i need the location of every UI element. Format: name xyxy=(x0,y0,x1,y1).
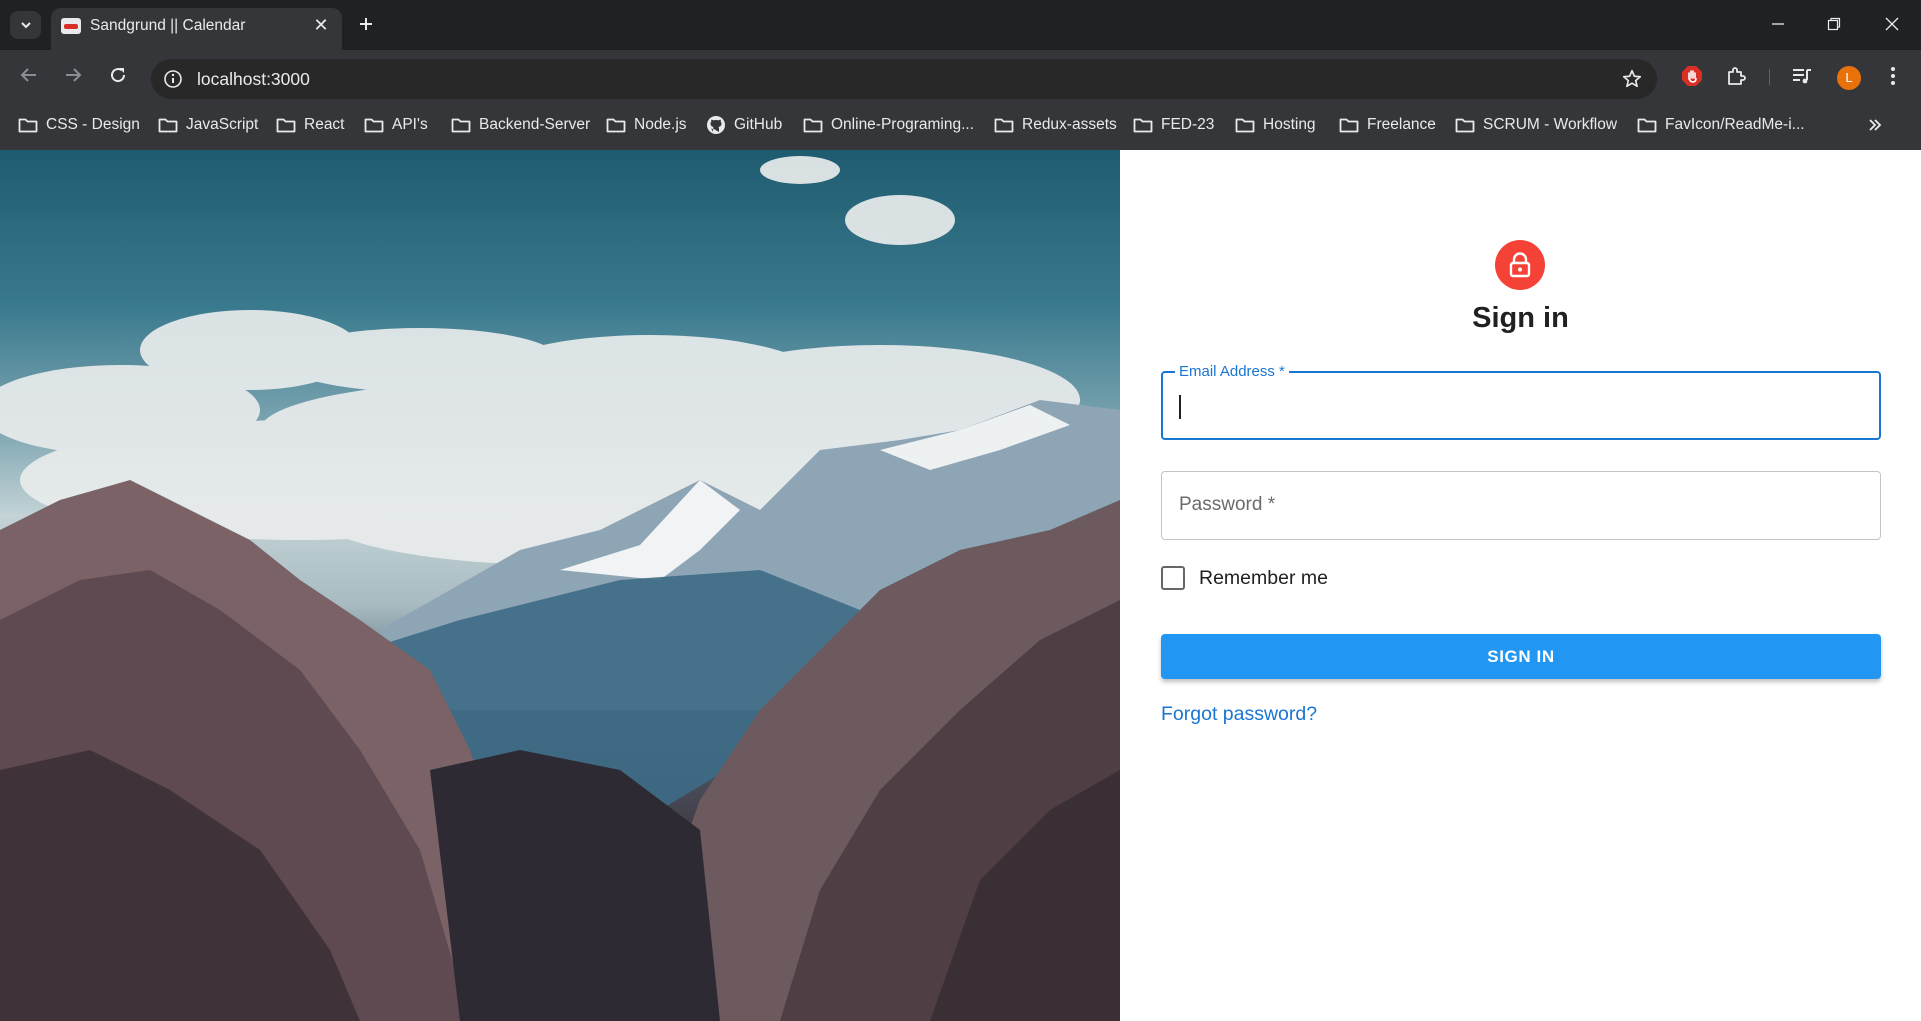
bookmark-label: Redux-assets xyxy=(1022,116,1117,133)
bookmark-item[interactable]: Backend-Server xyxy=(451,115,590,135)
playlist-icon xyxy=(1793,69,1811,84)
bookmark-item[interactable]: Online-Programing... xyxy=(803,115,974,135)
bookmark-item[interactable]: API's xyxy=(364,115,428,135)
url-text: localhost:3000 xyxy=(197,69,310,89)
extensions-button[interactable] xyxy=(1724,64,1748,88)
site-favicon-icon xyxy=(61,18,81,34)
browser-toolbar: localhost:3000 L xyxy=(0,50,1921,100)
forgot-password-link[interactable]: Forgot password? xyxy=(1161,703,1317,726)
folder-icon xyxy=(364,118,384,133)
folder-icon xyxy=(276,118,296,133)
folder-icon xyxy=(1455,118,1475,133)
close-window-button[interactable] xyxy=(1880,12,1904,36)
bookmark-label: GitHub xyxy=(734,116,783,133)
bookmark-label: Freelance xyxy=(1367,116,1436,133)
back-button[interactable] xyxy=(16,62,42,88)
bookmark-item[interactable]: CSS - Design xyxy=(18,115,140,135)
bookmark-label: JavaScript xyxy=(186,116,259,133)
reload-button[interactable] xyxy=(105,62,131,88)
email-label: Email Address * xyxy=(1175,363,1289,380)
bookmarks-overflow-button[interactable] xyxy=(1864,115,1886,135)
tab-search-button[interactable] xyxy=(10,11,41,39)
bookmark-label: FavIcon/ReadMe-i... xyxy=(1665,116,1805,133)
close-icon xyxy=(1885,17,1899,31)
bookmark-label: Node.js xyxy=(634,116,687,133)
tab-title: Sandgrund || Calendar xyxy=(90,17,246,34)
puzzle-icon xyxy=(1728,67,1746,85)
bookmark-item[interactable]: Freelance xyxy=(1339,115,1436,135)
bookmark-item[interactable]: FavIcon/ReadMe-i... xyxy=(1637,115,1805,135)
sign-in-heading: Sign in xyxy=(1472,302,1569,334)
folder-icon xyxy=(994,118,1014,133)
profile-avatar[interactable]: L xyxy=(1837,66,1861,90)
bookmark-label: Hosting xyxy=(1263,116,1316,133)
folder-icon xyxy=(1133,118,1153,133)
bookmark-label: API's xyxy=(392,116,428,133)
address-bar[interactable]: localhost:3000 xyxy=(151,59,1657,99)
plus-icon xyxy=(360,18,372,30)
double-chevron-right-icon xyxy=(1869,119,1882,131)
folder-icon xyxy=(158,118,178,133)
restore-icon xyxy=(1827,17,1841,31)
bookmark-item[interactable]: GitHub xyxy=(706,115,782,135)
folder-icon xyxy=(1235,118,1255,133)
lock-icon xyxy=(1509,252,1531,278)
bookmark-label: React xyxy=(304,116,345,133)
browser-tabstrip: Sandgrund || Calendar ✕ xyxy=(0,0,1921,50)
browser-menu-button[interactable] xyxy=(1881,64,1905,88)
mountain-landscape-illustration xyxy=(0,156,1120,1021)
folder-icon xyxy=(606,118,626,133)
arrow-left-icon xyxy=(20,68,36,82)
remember-me-label: Remember me xyxy=(1199,566,1328,589)
site-info-icon[interactable] xyxy=(163,69,183,89)
media-controls-button[interactable] xyxy=(1790,64,1814,88)
restore-button[interactable] xyxy=(1822,12,1846,36)
bookmark-item[interactable]: Redux-assets xyxy=(994,115,1117,135)
folder-icon xyxy=(451,118,471,133)
login-page: Sign in Email Address * Password * Remem… xyxy=(0,150,1921,1021)
arrow-right-icon xyxy=(66,68,82,82)
bookmark-label: SCRUM - Workflow xyxy=(1483,116,1618,133)
mountain-hero-image xyxy=(0,150,1120,1021)
bookmark-item[interactable]: React xyxy=(276,115,345,135)
bookmark-label: Backend-Server xyxy=(479,116,591,133)
forward-button[interactable] xyxy=(60,62,86,88)
folder-icon xyxy=(803,118,823,133)
bookmark-label: CSS - Design xyxy=(46,116,140,133)
github-icon xyxy=(707,116,725,134)
bookmark-item[interactable]: JavaScript xyxy=(158,115,258,135)
star-icon[interactable] xyxy=(1621,68,1643,90)
remember-me-control[interactable]: Remember me xyxy=(1161,563,1328,593)
bookmark-item[interactable]: SCRUM - Workflow xyxy=(1455,115,1617,135)
bookmark-label: Online-Programing... xyxy=(831,116,975,133)
remember-me-checkbox[interactable] xyxy=(1161,566,1185,590)
lock-avatar xyxy=(1495,240,1545,290)
minimize-icon xyxy=(1772,23,1784,25)
close-tab-icon[interactable]: ✕ xyxy=(312,16,330,34)
chevron-down-icon xyxy=(20,22,31,29)
bookmark-item[interactable]: FED-23 xyxy=(1133,115,1214,135)
folder-icon xyxy=(18,118,38,133)
extension-adblock-button[interactable] xyxy=(1680,64,1704,88)
password-placeholder: Password * xyxy=(1179,494,1276,515)
bookmark-label: FED-23 xyxy=(1161,116,1215,133)
bookmark-item[interactable]: Node.js xyxy=(606,115,687,135)
bookmark-item[interactable]: Hosting xyxy=(1235,115,1316,135)
email-field[interactable]: Email Address * xyxy=(1161,363,1881,440)
reload-icon xyxy=(111,68,126,83)
toolbar-separator xyxy=(1769,69,1770,85)
folder-icon xyxy=(1637,118,1657,133)
tab-active[interactable]: Sandgrund || Calendar ✕ xyxy=(51,8,342,50)
sign-in-button[interactable]: SIGN IN xyxy=(1161,634,1881,679)
new-tab-button[interactable] xyxy=(352,10,380,38)
minimize-button[interactable] xyxy=(1766,12,1790,36)
hand-stop-icon xyxy=(1682,66,1702,86)
email-input[interactable] xyxy=(1179,391,1859,421)
sign-in-panel: Sign in Email Address * Password * Remem… xyxy=(1120,150,1921,1021)
more-vertical-icon xyxy=(1891,67,1895,85)
bookmarks-bar: CSS - Design JavaScript React API's Backend-… xyxy=(0,100,1921,150)
password-field[interactable]: Password * xyxy=(1161,471,1881,540)
folder-icon xyxy=(1339,118,1359,133)
